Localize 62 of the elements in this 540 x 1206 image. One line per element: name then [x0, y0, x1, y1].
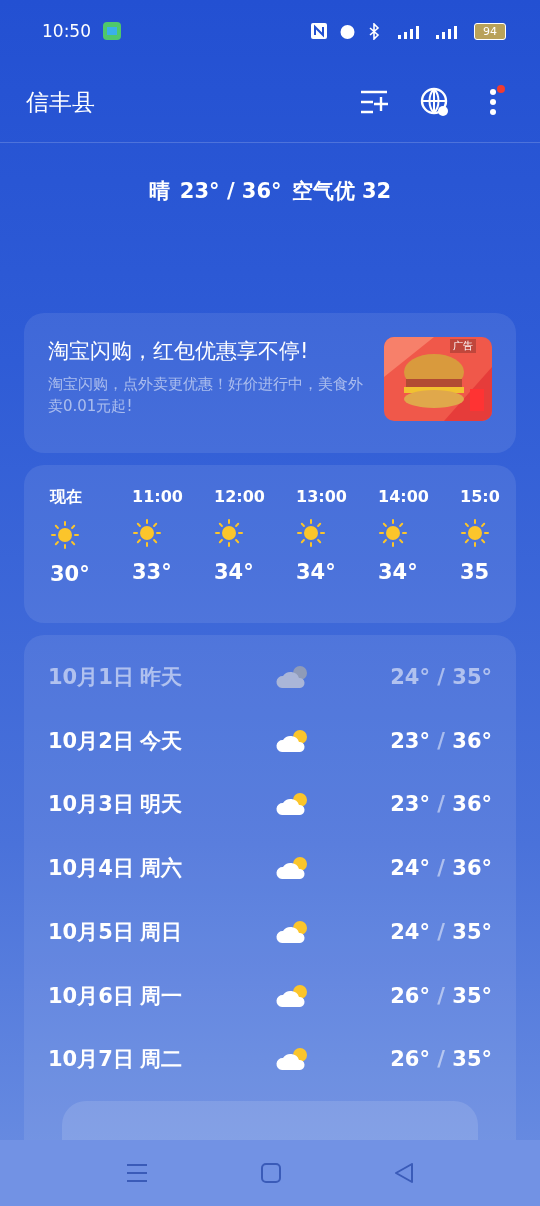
weather-condition: 晴 — [148, 178, 170, 205]
forecast-temperature: 26° / 35° — [390, 1047, 492, 1072]
menu-icon[interactable] — [126, 1163, 149, 1183]
forecast-date: 10月7日 — [48, 1046, 135, 1074]
battery-level: 94 — [474, 22, 506, 40]
ad-title: 淘宝闪购，红包优惠享不停! — [48, 338, 310, 365]
back-icon[interactable] — [393, 1163, 414, 1183]
cloud-sun-icon — [276, 982, 310, 1009]
bluetooth-icon — [368, 22, 380, 40]
sun-icon — [378, 518, 408, 548]
cloud-sun-icon — [276, 791, 310, 818]
ad-badge: 广告 — [450, 339, 476, 353]
sun-icon — [296, 518, 326, 548]
forecast-day: 周二 — [140, 1045, 276, 1074]
hour-time: 12:00 — [214, 487, 265, 506]
forecast-day: 昨天 — [140, 662, 276, 691]
nfc-icon — [311, 23, 327, 39]
hour-temperature: 34° — [378, 560, 418, 584]
sun-icon — [460, 518, 490, 548]
hour-temperature: 34° — [296, 560, 336, 584]
forecast-temperature: 24° / 36° — [390, 856, 492, 881]
forecast-date: 10月5日 — [48, 918, 135, 946]
home-icon[interactable] — [261, 1163, 281, 1183]
forecast-date: 10月3日 — [48, 791, 135, 819]
hour-time: 14:00 — [378, 487, 429, 506]
sun-icon — [50, 520, 80, 550]
hour-temperature: 30° — [50, 562, 90, 586]
temperature-range: 23° / 36° — [179, 179, 282, 203]
forecast-date: 10月2日 — [48, 727, 135, 755]
hour-temperature: 35 — [460, 560, 490, 584]
sun-icon — [214, 518, 244, 548]
hour-time: 13:00 — [296, 487, 347, 506]
hour-time: 11:00 — [132, 487, 183, 506]
ad-description: 淘宝闪购，点外卖更优惠！好价进行中，美食外卖0.01元起! — [48, 374, 364, 417]
clock-time: 10:50 — [42, 21, 91, 41]
forecast-date: 10月6日 — [48, 982, 135, 1010]
cloud-sun-icon — [276, 1046, 310, 1073]
forecast-day: 今天 — [140, 726, 276, 755]
cloud-sun-icon — [276, 855, 310, 882]
air-quality: 空气优 32 — [291, 178, 392, 205]
forecast-temperature: 23° / 36° — [390, 728, 492, 753]
hour-time: 15:0 — [460, 487, 500, 506]
forecast-temperature: 23° / 36° — [390, 792, 492, 817]
sun-icon — [132, 518, 162, 548]
hour-temperature: 34° — [214, 560, 254, 584]
forecast-temperature: 26° / 35° — [390, 983, 492, 1008]
forecast-temperature: 24° / 35° — [390, 919, 492, 944]
forecast-day: 明天 — [140, 790, 276, 819]
city-name[interactable]: 信丰县 — [26, 86, 334, 118]
forecast-date: 10月4日 — [48, 855, 135, 883]
forecast-day: 周日 — [140, 917, 276, 946]
hour-temperature: 33° — [132, 560, 172, 584]
cloud-sun-icon — [276, 663, 310, 690]
forecast-day: 周一 — [140, 981, 276, 1010]
forecast-date: 10月1日 — [48, 663, 135, 691]
ad-card[interactable]: 淘宝闪购，红包优惠享不停! 淘宝闪购，点外卖更优惠！好价进行中，美食外卖0.01元起! 广告 — [24, 313, 516, 453]
cloud-sun-icon — [276, 727, 310, 754]
app-notification-icon — [103, 22, 121, 40]
forecast-day: 周六 — [140, 854, 276, 883]
hour-time: 现在 — [50, 487, 82, 508]
cloud-sun-icon — [276, 918, 310, 945]
forecast-temperature: 24° / 35° — [390, 664, 492, 689]
